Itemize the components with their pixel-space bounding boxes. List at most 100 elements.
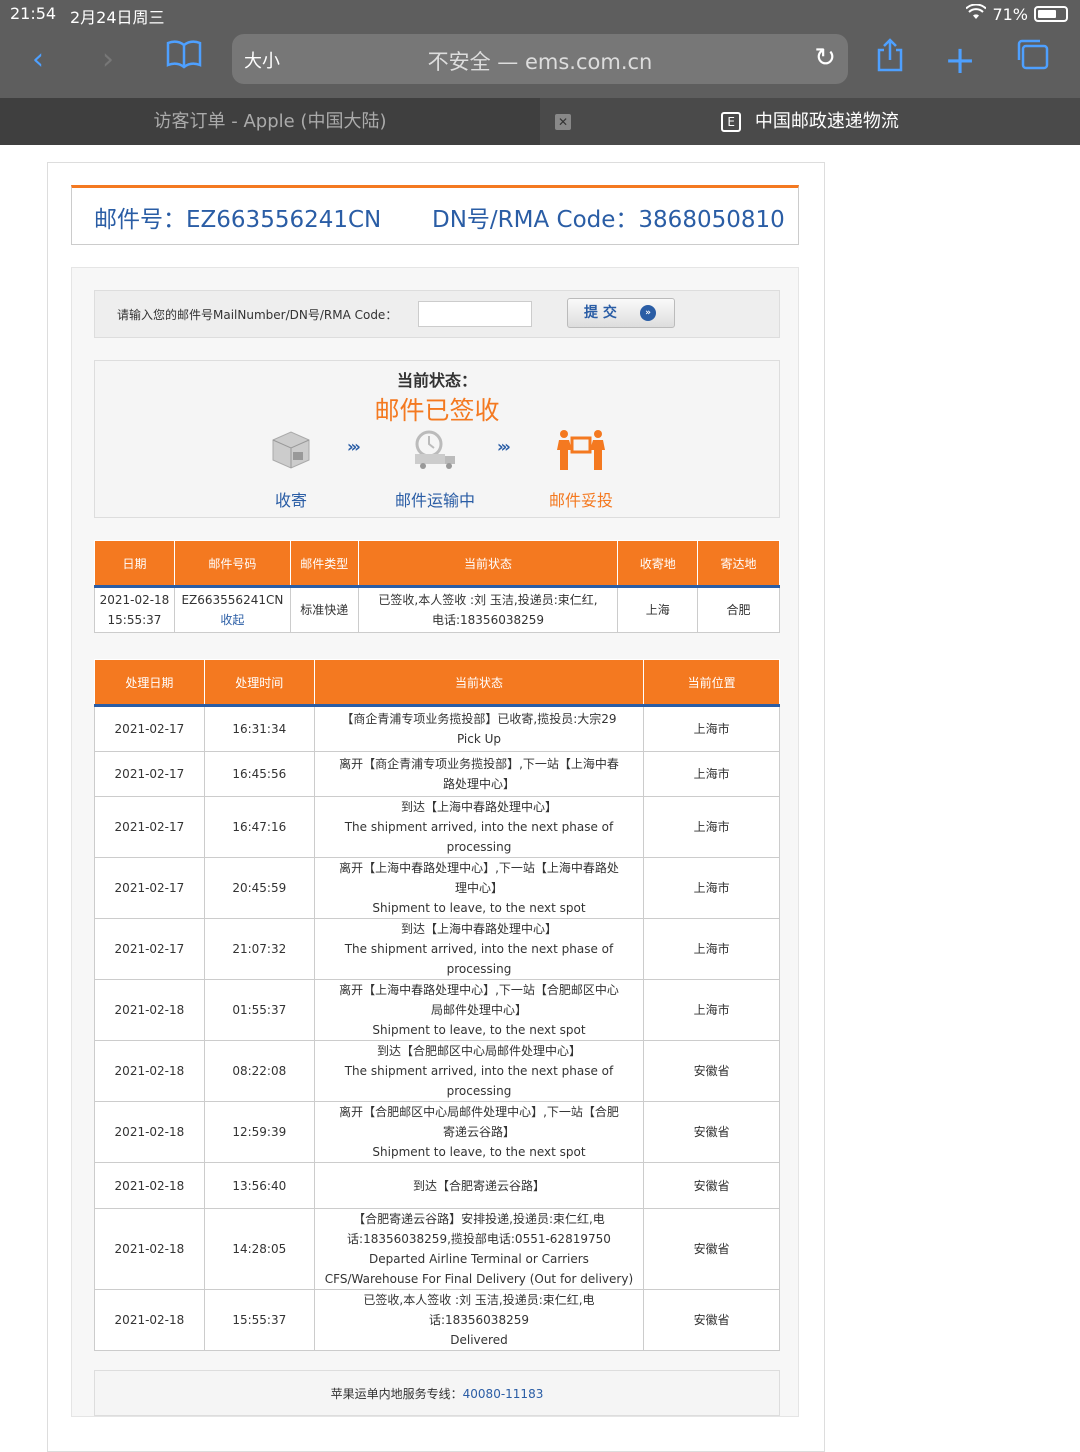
tab-title: 访客订单 - Apple (中国大陆) [153, 111, 387, 132]
table-row: 2021-02-18 01:55:37 离开【上海中春路处理中心】,下一站【合肥邮区… [94, 979, 780, 1041]
date-cell: 2021-02-18 [94, 979, 205, 1041]
dn-code: DN号/RMA Code：3868050810 [432, 207, 785, 233]
status-line: processing [446, 840, 512, 854]
status-line: 路处理中心】 [442, 777, 515, 791]
status-line: Pick Up [456, 732, 502, 746]
location-cell: 上海市 [643, 751, 780, 797]
book-icon [166, 40, 202, 69]
step-label: 邮件妥投 [548, 491, 613, 510]
mail-number-input[interactable] [418, 301, 532, 327]
column-header: 处理日期 [94, 659, 205, 706]
status-title: 当前状态： [396, 371, 477, 390]
mail-number-cell: EZ663556241CN 收起 [173, 586, 291, 633]
share-button[interactable] [868, 38, 912, 82]
tab-bar: 访客订单 - Apple (中国大陆) ✕ E 中国邮政速递物流 [0, 98, 1080, 145]
status-line: 离开【上海中春路处理中心】,下一站【合肥邮区中心 [339, 983, 619, 997]
address-bar[interactable]: 大小 不安全 — ems.com.cn ↻ [232, 34, 848, 84]
date-cell: 2021-02-17 [94, 705, 205, 752]
new-tab-button[interactable]: + [938, 38, 982, 82]
summary-header-row: 日期 邮件号码 邮件类型 当前状态 收寄地 寄达地 [94, 540, 780, 587]
tracking-details-table: 处理日期 处理时间 当前状态 当前位置 2021-02-17 16:31:34 【商… [94, 659, 780, 1351]
status-line: processing [446, 962, 512, 976]
status-cell: 到达【上海中春路处理中心】 The shipment arrived, into … [313, 918, 645, 980]
status-line: processing [446, 1084, 512, 1098]
reload-icon[interactable]: ↻ [814, 43, 836, 73]
status-cell: 离开【上海中春路处理中心】,下一站【上海中春路处 理中心】 Shipment to … [313, 857, 645, 919]
time-cell: 01:55:37 [203, 979, 315, 1041]
date-cell: 2021-02-17 [94, 918, 205, 980]
wifi-icon [965, 3, 988, 24]
step-delivered: 邮件妥投 [521, 425, 641, 511]
tab-ems[interactable]: E 中国邮政速递物流 [540, 98, 1080, 145]
status-cell: 离开【合肥邮区中心局邮件处理中心】,下一站【合肥 寄递云谷路】 Shipment t… [313, 1101, 645, 1163]
time-cell: 15:55:37 [203, 1289, 315, 1351]
location-cell: 安徽省 [643, 1162, 780, 1209]
table-row: 2021-02-18 15:55:37 EZ663556241CN 收起 标准快递 … [94, 586, 780, 633]
step-label: 邮件运输中 [394, 491, 475, 510]
footer-hotline: 苹果运单内地服务专线：40080-11183 [94, 1370, 780, 1416]
hotline-link[interactable]: 40080-11183 [463, 1387, 544, 1401]
date-cell: 2021-02-18 [94, 1208, 205, 1290]
time-cell: 21:07:32 [203, 918, 315, 980]
search-label: 请输入您的邮件号MailNumber/DN号/RMA Code： [117, 308, 398, 322]
type-cell: 标准快递 [289, 586, 359, 633]
status-cell: 离开【上海中春路处理中心】,下一站【合肥邮区中心 局邮件处理中心】 Shipment… [313, 979, 645, 1041]
location-cell: 安徽省 [643, 1040, 780, 1102]
status-line: 话:18356038259 [428, 1313, 529, 1327]
tracking-panel: 请输入您的邮件号MailNumber/DN号/RMA Code： 提 交» 当前… [71, 267, 799, 1417]
time-cell: 16:45:56 [203, 751, 315, 797]
tab-apple-order[interactable]: 访客订单 - Apple (中国大陆) [0, 98, 540, 145]
table-row: 2021-02-18 15:55:37 已签收,本人签收 :刘 玉洁,投递员:束仁红… [94, 1289, 780, 1351]
column-header: 处理时间 [203, 659, 315, 706]
status-line: 【商企青浦专项业务揽投部】已收寄,揽投员:大宗29 [341, 712, 617, 726]
tabs-overview-button[interactable] [1010, 38, 1054, 82]
tracking-header: 邮件号：EZ663556241CN DN号/RMA Code：386805081… [71, 185, 799, 245]
back-button[interactable]: ‹ [16, 38, 60, 82]
table-row: 2021-02-18 13:56:40 到达【合肥寄递云谷路】 安徽省 [94, 1162, 780, 1209]
browser-toolbar: ‹ › 大小 不安全 — ems.com.cn ↻ + [0, 28, 1080, 98]
date-cell: 2021-02-18 [94, 1040, 205, 1102]
favicon-icon: E [721, 112, 742, 132]
clock: 21:54 [10, 4, 57, 23]
date-cell: 2021-02-18 15:55:37 [94, 586, 175, 633]
status-line: 到达【上海中春路处理中心】 [400, 800, 557, 814]
mail-number: 邮件号：EZ663556241CN [94, 207, 382, 233]
status-box: 当前状态： 邮件已签收 收寄 ››› 邮件运输中 ››› 邮件妥投 [94, 360, 780, 518]
status-line: Shipment to leave, to the next spot [372, 1145, 586, 1159]
status-line: 到达【上海中春路处理中心】 [400, 922, 557, 936]
time-cell: 16:47:16 [203, 796, 315, 858]
status-line: 理中心】 [454, 881, 503, 895]
column-header: 收寄地 [617, 540, 699, 587]
status-line: 到达【合肥邮区中心局邮件处理中心】 [376, 1044, 581, 1058]
date-cell: 2021-02-18 [94, 1289, 205, 1351]
destination-cell: 合肥 [697, 586, 780, 633]
status-line: 离开【商企青浦专项业务揽投部】,下一站【上海中春 [339, 757, 619, 771]
status-line: The shipment arrived, into the next phas… [344, 942, 614, 956]
time-cell: 12:59:39 [203, 1101, 315, 1163]
location-cell: 上海市 [643, 979, 780, 1041]
status-line: Shipment to leave, to the next spot [372, 1023, 586, 1037]
search-form: 请输入您的邮件号MailNumber/DN号/RMA Code： 提 交» [94, 290, 780, 338]
status-bar: 21:54 2月24日周三 71% [0, 0, 1080, 28]
collapse-link[interactable]: 收起 [175, 610, 290, 630]
submit-button[interactable]: 提 交» [567, 298, 675, 328]
status-line: 到达【合肥寄递云谷路】 [412, 1178, 545, 1193]
package-icon [231, 425, 351, 475]
forward-button[interactable]: › [86, 38, 130, 82]
date-cell: 2021-02-17 [94, 796, 205, 858]
table-row: 2021-02-18 08:22:08 到达【合肥邮区中心局邮件处理中心】 The s… [94, 1040, 780, 1102]
column-header: 当前状态 [313, 659, 645, 706]
status-line: 寄递云谷路】 [442, 1125, 515, 1139]
column-header: 当前位置 [643, 659, 780, 706]
battery-icon [1034, 6, 1068, 22]
url-text[interactable]: 不安全 — ems.com.cn [232, 46, 848, 76]
status-line: 已签收,本人签收 :刘 玉洁,投递员:束仁红,电 [363, 1293, 595, 1307]
current-status: 邮件已签收 [374, 396, 500, 425]
column-header: 寄达地 [697, 540, 780, 587]
details-header-row: 处理日期 处理时间 当前状态 当前位置 [94, 659, 780, 706]
status-cell: 【合肥寄递云谷路】安排投递,投递员:束仁红,电 话:18356038259,揽投部… [313, 1208, 645, 1290]
location-cell: 上海市 [643, 796, 780, 858]
status-line: CFS/Warehouse For Final Delivery (Out fo… [324, 1272, 634, 1286]
bookmarks-button[interactable] [162, 38, 206, 82]
time-cell: 16:31:34 [203, 705, 315, 752]
